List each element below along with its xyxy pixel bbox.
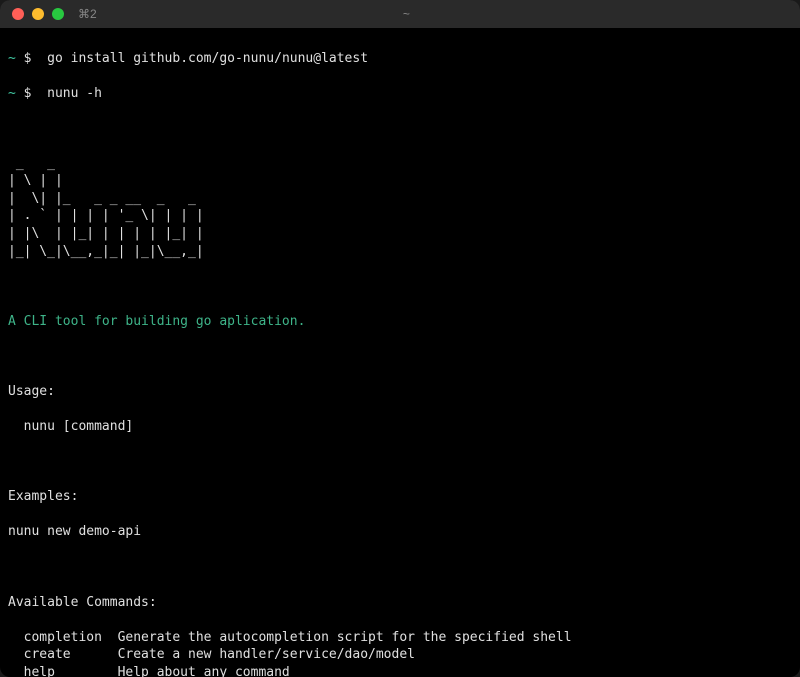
terminal-window: ⌘2 ~ ~ $ go install github.com/go-nunu/n…: [0, 0, 800, 677]
examples-heading: Examples:: [8, 488, 792, 506]
tagline: A CLI tool for building go aplication.: [8, 313, 792, 331]
traffic-lights: [12, 8, 64, 20]
available-heading: Available Commands:: [8, 594, 792, 612]
window-title: ~: [105, 7, 788, 21]
command-row: completion Generate the autocompletion s…: [8, 629, 792, 647]
usage-heading: Usage:: [8, 383, 792, 401]
command-row: help Help about any command: [8, 664, 792, 677]
terminal-body[interactable]: ~ $ go install github.com/go-nunu/nunu@l…: [0, 28, 800, 677]
prompt-symbol: $: [24, 51, 32, 66]
examples-body: nunu new demo-api: [8, 523, 792, 541]
maximize-icon[interactable]: [52, 8, 64, 20]
prompt-path: ~: [8, 86, 16, 101]
minimize-icon[interactable]: [32, 8, 44, 20]
usage-body: nunu [command]: [8, 418, 792, 436]
tab-label: ⌘2: [78, 7, 97, 21]
prompt-symbol: $: [24, 86, 32, 101]
command-input: nunu -h: [47, 86, 102, 101]
prompt-path: ~: [8, 51, 16, 66]
titlebar: ⌘2 ~: [0, 0, 800, 28]
command-input: go install github.com/go-nunu/nunu@lates…: [47, 51, 368, 66]
command-row: create Create a new handler/service/dao/…: [8, 646, 792, 664]
ascii-logo: _ _ | \ | | | \| |_ _ _ __ _ _ | . ` | |…: [8, 155, 792, 260]
close-icon[interactable]: [12, 8, 24, 20]
